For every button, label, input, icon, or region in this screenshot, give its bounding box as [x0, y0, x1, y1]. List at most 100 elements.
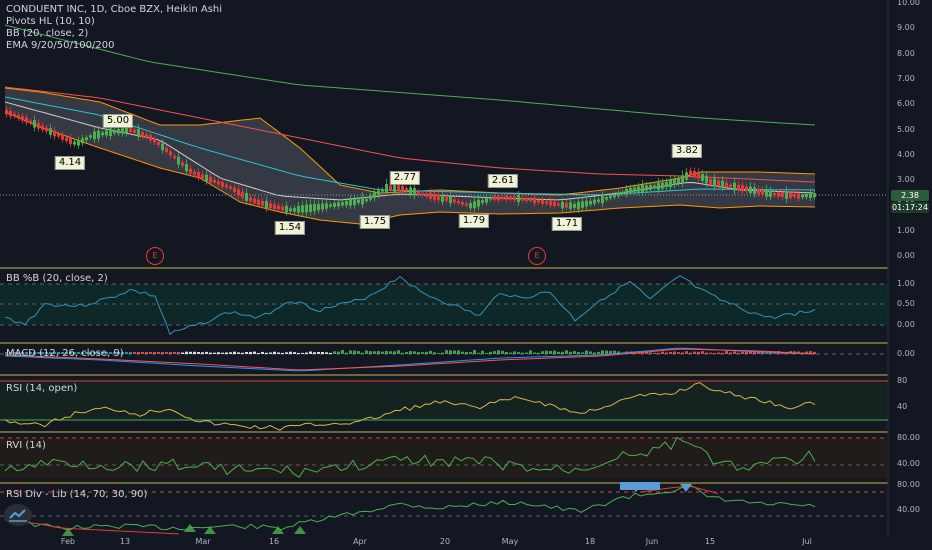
- candle-body: [749, 186, 752, 194]
- candle-body: [13, 113, 16, 117]
- tradingview-logo-icon[interactable]: [4, 504, 32, 526]
- macd-histogram-bar: [221, 352, 224, 354]
- macd-histogram-bar: [737, 352, 740, 354]
- rvi-axis-label: 80.00: [897, 433, 920, 442]
- candle-body: [469, 203, 472, 209]
- rsi-axis-label: 80: [897, 376, 908, 385]
- candle-body: [253, 198, 256, 204]
- macd-histogram-bar: [337, 351, 340, 354]
- macd-histogram-bar: [333, 351, 336, 354]
- rvi-pane-label[interactable]: RVI (14): [6, 440, 46, 451]
- macd-histogram-bar: [545, 350, 548, 354]
- candle-body: [693, 171, 696, 176]
- macd-histogram-bar: [217, 352, 220, 354]
- current-price-badge: 2.38: [891, 190, 929, 201]
- macd-histogram-bar: [285, 352, 288, 354]
- macd-histogram-bar: [577, 351, 580, 354]
- candle-body: [337, 202, 340, 207]
- ema-indicator-label[interactable]: EMA 9/20/50/100/200: [6, 40, 222, 52]
- candle-body: [109, 128, 112, 137]
- time-axis-label: 18: [584, 537, 596, 546]
- candle-body: [261, 200, 264, 206]
- macd-histogram-bar: [133, 352, 136, 354]
- rsidiv-pane-label[interactable]: RSI Div - Lib (14, 70, 30, 90): [6, 489, 147, 500]
- candle-body: [705, 175, 708, 184]
- candle-body: [25, 117, 28, 123]
- candle-body: [801, 194, 804, 198]
- candle-body: [369, 195, 372, 200]
- candle-body: [257, 199, 260, 205]
- macd-histogram-bar: [697, 351, 700, 354]
- price-axis-label: 4.00: [897, 149, 915, 159]
- candle-body: [649, 185, 652, 190]
- macd-histogram-bar: [525, 352, 528, 354]
- bb-indicator-label[interactable]: BB (20, close, 2): [6, 28, 222, 40]
- macd-histogram-bar: [581, 352, 584, 354]
- candle-body: [593, 199, 596, 204]
- candle-body: [569, 202, 572, 209]
- earnings-marker[interactable]: E: [528, 247, 546, 265]
- candle-body: [517, 195, 520, 203]
- macd-histogram-bar: [477, 352, 480, 354]
- macd-histogram-bar: [369, 351, 372, 354]
- pivots-indicator-label[interactable]: Pivots HL (10, 10): [6, 16, 222, 28]
- candle-body: [689, 170, 692, 176]
- macd-histogram-bar: [373, 351, 376, 354]
- time-axis-label: Mar: [195, 537, 211, 546]
- macd-histogram-bar: [593, 352, 596, 354]
- divergence-badge: [620, 482, 660, 490]
- macd-histogram-bar: [589, 351, 592, 354]
- candle-body: [701, 174, 704, 181]
- candle-body: [45, 127, 48, 132]
- candle-body: [709, 178, 712, 185]
- macd-histogram-bar: [177, 352, 180, 354]
- candle-body: [389, 185, 392, 191]
- candle-body: [21, 116, 24, 121]
- macd-histogram-bar: [261, 351, 264, 354]
- candle-body: [53, 130, 56, 137]
- macd-histogram-bar: [317, 351, 320, 354]
- candle-body: [545, 201, 548, 204]
- candle-body: [477, 199, 480, 207]
- macd-histogram-bar: [709, 352, 712, 354]
- candle-body: [361, 196, 364, 205]
- candle-body: [173, 155, 176, 159]
- candle-body: [289, 208, 292, 212]
- macd-histogram-bar: [677, 352, 680, 354]
- candle-body: [485, 197, 488, 203]
- candle-body: [541, 199, 544, 205]
- price-axis-label: 10.00: [897, 0, 920, 7]
- macd-pane-label[interactable]: MACD (12, 26, close, 9): [6, 348, 124, 359]
- macd-histogram-bar: [257, 352, 260, 354]
- candle-body: [729, 184, 732, 188]
- macd-histogram-bar: [665, 352, 668, 354]
- candle-body: [301, 205, 304, 213]
- pivot-label: 5.00: [102, 114, 134, 128]
- macd-histogram-bar: [249, 351, 252, 354]
- rsi-pane-label[interactable]: RSI (14, open): [6, 383, 77, 394]
- price-axis-label: 7.00: [897, 73, 915, 83]
- macd-histogram-bar: [141, 352, 144, 354]
- macd-histogram-bar: [517, 352, 520, 354]
- time-axis-label: 16: [268, 537, 280, 546]
- bbpct-pane-label[interactable]: BB %B (20, close, 2): [6, 273, 108, 284]
- macd-histogram-bar: [125, 352, 128, 354]
- candle-body: [753, 187, 756, 194]
- candle-body: [757, 188, 760, 194]
- earnings-marker[interactable]: E: [146, 247, 164, 265]
- macd-histogram-bar: [701, 351, 704, 354]
- candle-body: [741, 185, 744, 192]
- candle-body: [365, 198, 368, 202]
- macd-histogram-bar: [357, 351, 360, 354]
- candle-body: [565, 202, 568, 208]
- macd-histogram-bar: [253, 351, 256, 354]
- symbol-title[interactable]: CONDUENT INC, 1D, Cboe BZX, Heikin Ashi: [6, 4, 222, 16]
- macd-histogram-bar: [297, 352, 300, 354]
- pivot-label: 4.14: [54, 156, 86, 170]
- macd-histogram-bar: [349, 350, 352, 354]
- candle-body: [561, 201, 564, 209]
- macd-histogram-bar: [433, 352, 436, 354]
- time-axis-label: 20: [439, 537, 451, 546]
- candle-body: [797, 192, 800, 199]
- chart-canvas[interactable]: [0, 0, 932, 550]
